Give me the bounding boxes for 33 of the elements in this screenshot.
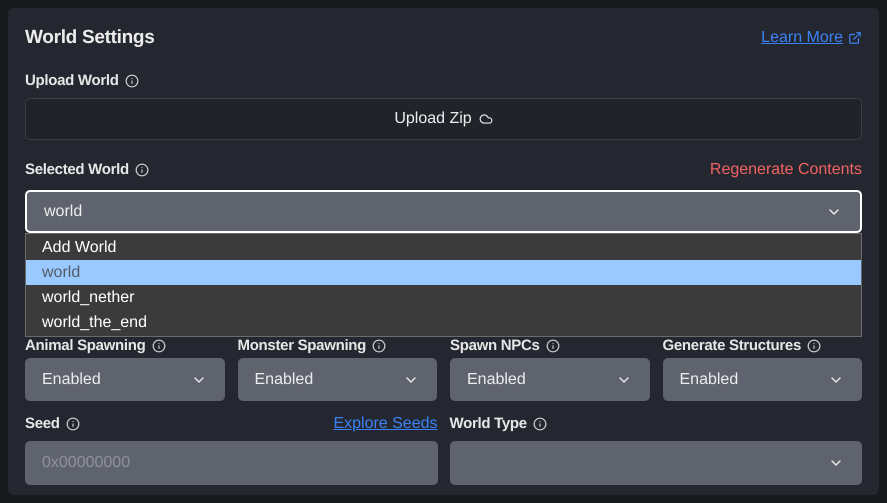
info-icon[interactable] [807, 339, 822, 353]
regenerate-link[interactable]: Regenerate Contents [710, 158, 862, 182]
upload-button[interactable]: Upload Zip [25, 98, 862, 140]
info-icon[interactable] [66, 417, 80, 431]
explore-seeds-link[interactable]: Explore Seeds [333, 414, 438, 434]
dropdown-option[interactable]: Add World [26, 235, 861, 260]
dropdown-option[interactable]: world_the_end [26, 310, 861, 335]
select-field[interactable]: world [25, 190, 862, 233]
select-field[interactable]: Enabled [238, 358, 437, 401]
field-label: Generate Structures [662, 336, 802, 356]
info-icon[interactable] [372, 339, 386, 353]
field-label: Selected World [25, 160, 129, 180]
info-icon[interactable] [546, 339, 560, 353]
card-title: World Settings [25, 26, 155, 50]
field-label: Spawn NPCs [450, 336, 540, 356]
info-icon[interactable] [152, 339, 166, 353]
info-icon[interactable] [134, 163, 149, 177]
select-field[interactable]: Enabled [662, 358, 862, 401]
select-field[interactable]: Enabled [25, 358, 224, 401]
field-label: Seed [25, 414, 60, 434]
field-label: Animal Spawning [25, 336, 146, 356]
cloud-icon [478, 112, 493, 126]
select-field[interactable] [450, 441, 862, 485]
select-field[interactable]: Enabled [450, 358, 650, 401]
field-label: Monster Spawning [238, 336, 366, 356]
field-label: World Type [450, 414, 527, 434]
learn-more-link[interactable]: Learn More [761, 26, 862, 50]
dropdown-option[interactable]: world [26, 260, 861, 285]
info-icon[interactable] [532, 417, 547, 431]
dropdown-option[interactable]: world_nether [26, 285, 861, 310]
info-icon[interactable] [124, 74, 139, 88]
field-label: Upload World [25, 70, 119, 91]
external-link-icon [848, 31, 862, 45]
